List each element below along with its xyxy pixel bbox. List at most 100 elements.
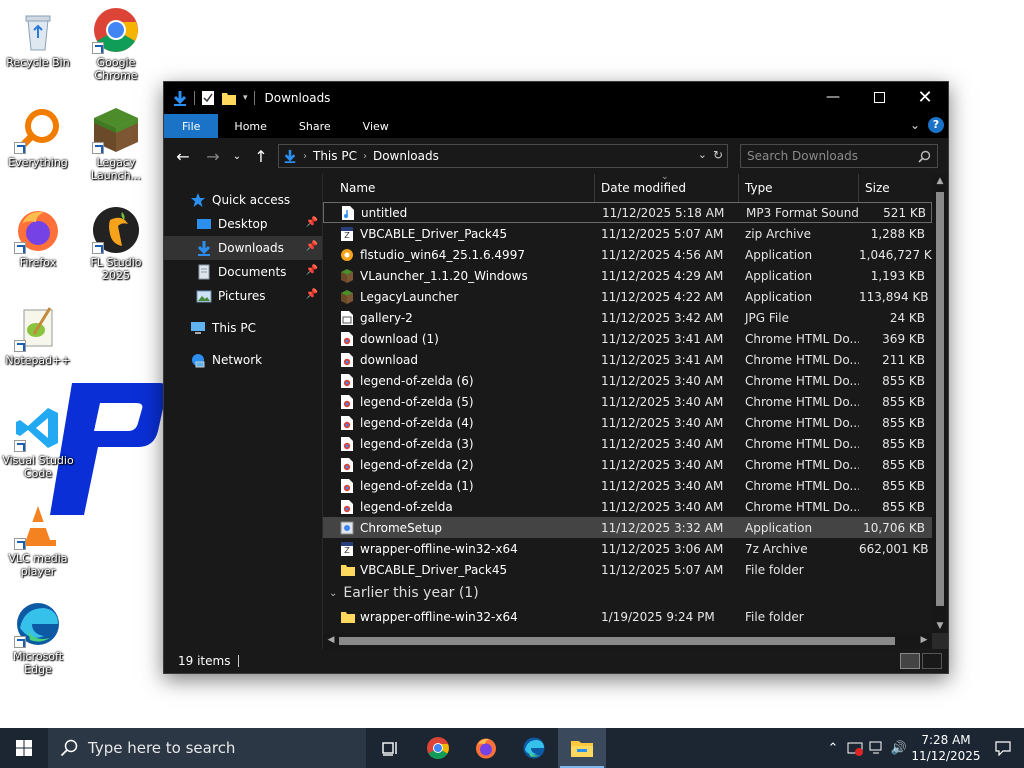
- file-row[interactable]: VLauncher_1.1.20_Windows 11/12/2025 4:29 …: [323, 265, 932, 286]
- breadcrumb-this-pc[interactable]: This PC: [313, 149, 357, 163]
- tab-home[interactable]: Home: [218, 114, 282, 138]
- shortcut-arrow-icon: [14, 538, 26, 550]
- desktop-icon-everything[interactable]: Everything: [0, 106, 76, 169]
- desktop-icon-vscode[interactable]: Visual Studio Code: [0, 404, 76, 480]
- nav-documents[interactable]: Documents 📌: [164, 260, 322, 284]
- desktop-icon-fl-studio[interactable]: FL Studio 2025: [78, 206, 154, 282]
- desktop-icon-microsoft-edge[interactable]: Microsoft Edge: [0, 600, 76, 676]
- quick-access-toolbar: ▾: [164, 90, 255, 106]
- scroll-up-icon[interactable]: ▲: [932, 176, 948, 186]
- back-button[interactable]: ←: [170, 143, 196, 169]
- item-count: 19 items: [178, 654, 231, 668]
- nav-pictures[interactable]: Pictures 📌: [164, 284, 322, 308]
- nav-downloads[interactable]: Downloads 📌: [164, 236, 322, 260]
- file-row[interactable]: Zwrapper-offline-win32-x64 11/12/2025 3:0…: [323, 538, 932, 559]
- search-input[interactable]: Search Downloads: [740, 144, 938, 168]
- volume-icon[interactable]: 🔊: [888, 728, 910, 768]
- minimize-button[interactable]: —: [810, 82, 856, 112]
- file-row[interactable]: legend-of-zelda (1) 11/12/2025 3:40 AM Chr…: [323, 475, 932, 496]
- large-icons-view-button[interactable]: [922, 653, 942, 669]
- desktop-icon-recycle-bin[interactable]: Recycle Bin: [0, 6, 76, 69]
- navigation-pane[interactable]: Quick access Desktop 📌 Downloads 📌 Docum…: [164, 174, 322, 649]
- group-header-earlier-this-year[interactable]: ⌄ Earlier this year (1): [323, 580, 932, 606]
- file-row[interactable]: untitled 11/12/2025 5:18 AM MP3 Format Sou…: [323, 202, 932, 223]
- column-header-name[interactable]: Name: [323, 174, 595, 202]
- properties-icon[interactable]: [201, 90, 215, 106]
- desktop-icon-google-chrome[interactable]: Google Chrome: [78, 6, 154, 82]
- nav-network[interactable]: Network: [164, 348, 322, 372]
- clock[interactable]: 7:28 AM 11/12/2025: [910, 732, 982, 764]
- breadcrumb-downloads[interactable]: Downloads: [373, 149, 439, 163]
- file-list[interactable]: Name ⌄ Date modified Type Size untitled 1…: [322, 172, 948, 649]
- desktop-icon-firefox[interactable]: Firefox: [0, 206, 76, 269]
- file-row[interactable]: flstudio_win64_25.1.6.4997 11/12/2025 4:5…: [323, 244, 940, 265]
- file-row[interactable]: legend-of-zelda (2) 11/12/2025 3:40 AM Chr…: [323, 454, 932, 475]
- close-button[interactable]: ✕: [902, 82, 948, 112]
- file-row[interactable]: legend-of-zelda (4) 11/12/2025 3:40 AM Chr…: [323, 412, 932, 433]
- nav-desktop[interactable]: Desktop 📌: [164, 212, 322, 236]
- details-view-button[interactable]: [900, 653, 920, 669]
- start-button[interactable]: [0, 728, 48, 768]
- firefox-icon: [14, 206, 62, 254]
- tab-view[interactable]: View: [347, 114, 405, 138]
- up-button[interactable]: ↑: [248, 143, 274, 169]
- column-header-date-modified[interactable]: ⌄ Date modified: [595, 172, 739, 202]
- update-status-icon[interactable]: [844, 728, 866, 768]
- file-row[interactable]: VBCABLE_Driver_Pack45 11/12/2025 5:07 AM F…: [323, 559, 932, 580]
- task-view-button[interactable]: [366, 728, 414, 768]
- file-row[interactable]: gallery-2 11/12/2025 3:42 AM JPG File 24 KB: [323, 307, 932, 328]
- explorer-window[interactable]: ▾ Downloads — ✕ File Home Share View ⌄ ?…: [163, 81, 949, 674]
- file-row[interactable]: legend-of-zelda (5) 11/12/2025 3:40 AM Chr…: [323, 391, 932, 412]
- file-size: 855 KB: [882, 478, 925, 493]
- file-row[interactable]: Z VBCABLE_Driver_Pack45 11/12/2025 5:07 AM…: [323, 223, 932, 244]
- expand-ribbon-chevron-icon[interactable]: ⌄: [910, 118, 920, 132]
- status-divider: [238, 655, 240, 667]
- column-header-type[interactable]: Type: [739, 174, 859, 202]
- desktop-icon-notepad-plus-plus[interactable]: Notepad++: [0, 304, 76, 367]
- taskbar-chrome[interactable]: [414, 728, 462, 768]
- column-header-size[interactable]: Size: [859, 174, 927, 202]
- file-row[interactable]: download (1) 11/12/2025 3:41 AM Chrome HTM…: [323, 328, 932, 349]
- taskbar-search-box[interactable]: Type here to search: [48, 728, 366, 768]
- file-row[interactable]: legend-of-zelda 11/12/2025 3:40 AM Chrome …: [323, 496, 932, 517]
- file-row[interactable]: download 11/12/2025 3:41 AM Chrome HTML Do…: [323, 349, 932, 370]
- customize-qat-chevron-icon[interactable]: ▾: [243, 93, 248, 103]
- scrollbar-thumb[interactable]: [339, 637, 895, 645]
- column-label: Name: [340, 181, 376, 195]
- tab-file[interactable]: File: [164, 114, 219, 138]
- file-name-cell: Zwrapper-offline-win32-x64: [323, 541, 595, 557]
- address-bar[interactable]: › This PC › Downloads ⌄ ↻: [278, 144, 728, 168]
- scroll-right-icon[interactable]: ▶: [916, 635, 932, 645]
- address-dropdown-icon[interactable]: ⌄: [698, 148, 707, 162]
- recent-locations-chevron-icon[interactable]: ⌄: [230, 143, 244, 169]
- tab-share[interactable]: Share: [283, 114, 347, 138]
- taskbar-file-explorer[interactable]: [558, 728, 606, 768]
- notifications-button[interactable]: [982, 728, 1024, 768]
- file-row[interactable]: legend-of-zelda (3) 11/12/2025 3:40 AM Chr…: [323, 433, 932, 454]
- desktop-icon-vlc[interactable]: VLC media player: [0, 502, 76, 578]
- scrollbar-thumb[interactable]: [936, 192, 944, 606]
- forward-button[interactable]: →: [200, 143, 226, 169]
- taskbar-firefox[interactable]: [462, 728, 510, 768]
- file-row[interactable]: wrapper-offline-win32-x64 1/19/2025 9:24 …: [323, 606, 932, 627]
- network-icon[interactable]: [866, 728, 888, 768]
- file-row[interactable]: legend-of-zelda (6) 11/12/2025 3:40 AM Chr…: [323, 370, 932, 391]
- file-row[interactable]: ChromeSetup 11/12/2025 3:32 AM Application…: [323, 517, 932, 538]
- file-type: File folder: [745, 562, 804, 577]
- scroll-down-icon[interactable]: ▼: [932, 621, 948, 631]
- vertical-scrollbar[interactable]: ▲ ▼: [932, 174, 948, 633]
- nav-this-pc[interactable]: This PC: [164, 316, 322, 340]
- horizontal-scrollbar[interactable]: ◀ ▶: [323, 633, 932, 649]
- maximize-button[interactable]: [856, 82, 902, 112]
- scroll-left-icon[interactable]: ◀: [323, 635, 339, 645]
- desktop-icon-legacy-launcher[interactable]: Legacy Launch...: [78, 106, 154, 182]
- nav-quick-access[interactable]: Quick access: [164, 188, 322, 212]
- title-bar[interactable]: ▾ Downloads — ✕: [164, 82, 948, 114]
- taskbar-edge[interactable]: [510, 728, 558, 768]
- new-folder-icon[interactable]: [221, 90, 237, 106]
- pin-icon: 📌: [305, 217, 318, 228]
- show-hidden-icons-chevron-icon[interactable]: ⌃: [822, 728, 844, 768]
- help-icon[interactable]: ?: [928, 117, 944, 133]
- refresh-icon[interactable]: ↻: [713, 148, 723, 162]
- file-row[interactable]: LegacyLauncher 11/12/2025 4:22 AM Applicat…: [323, 286, 932, 307]
